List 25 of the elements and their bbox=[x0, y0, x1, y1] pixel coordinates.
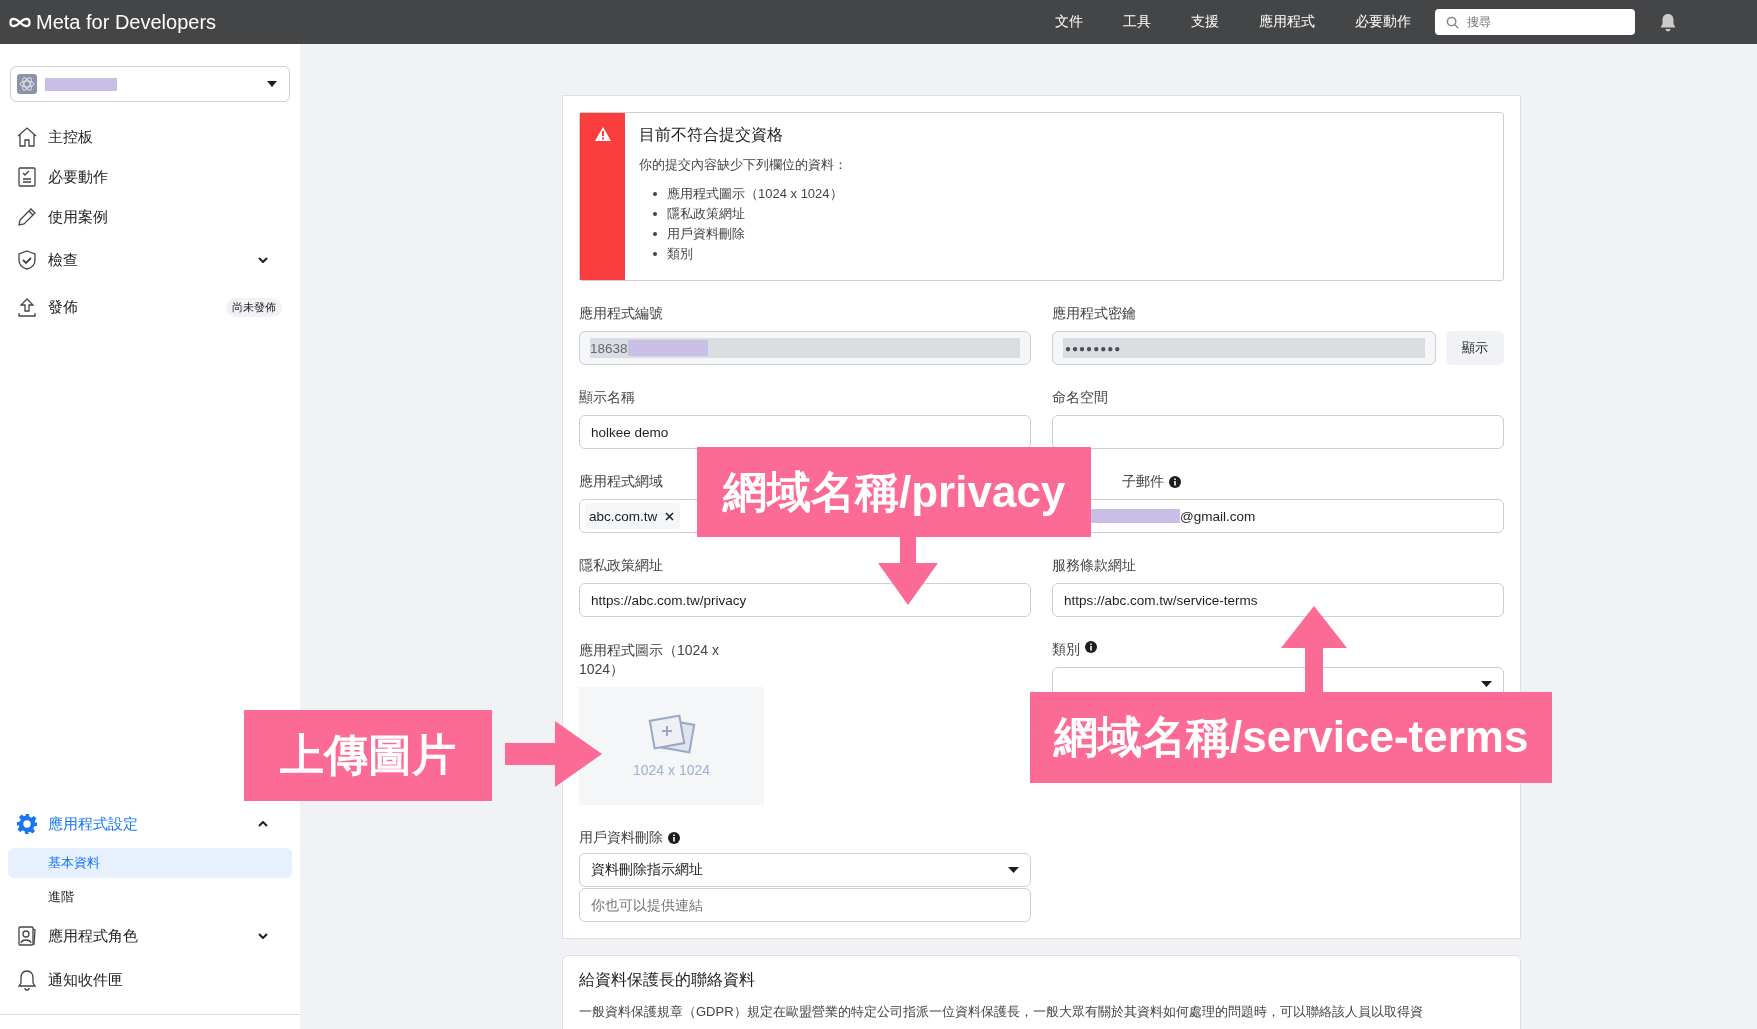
missing-field: 類別 bbox=[667, 244, 693, 264]
field-label: 命名空間 bbox=[1052, 389, 1108, 407]
annotation-tooltip: 網域名稱/service-terms bbox=[1030, 692, 1553, 783]
missing-field: 隱私政策網址 bbox=[667, 204, 745, 224]
annotation-tooltip: 網域名稱/privacy bbox=[697, 447, 1092, 537]
field-label: 用戶資料刪除 bbox=[579, 829, 663, 847]
field-label: 應用程式圖示（1024 x 1024） bbox=[579, 641, 721, 679]
field-label: 隱私政策網址 bbox=[579, 557, 663, 575]
status-badge: 尚未發佈 bbox=[226, 297, 282, 317]
field-value: 18638 bbox=[590, 340, 628, 356]
field-label: 應用程式編號 bbox=[579, 305, 663, 323]
image-size-caption: 1024 x 1024 bbox=[632, 762, 711, 778]
missing-field: 應用程式圖示（1024 x 1024） bbox=[667, 184, 843, 204]
field-label: 類別 bbox=[1052, 641, 1080, 659]
field-label: 應用程式密鑰 bbox=[1052, 305, 1136, 323]
field-label: 應用程式網域 bbox=[579, 473, 663, 491]
field-label: 子郵件 bbox=[1122, 473, 1164, 491]
field-label: 服務條款網址 bbox=[1052, 557, 1136, 575]
alert-title: 目前不符合提交資格 bbox=[639, 125, 784, 145]
missing-field: 用戶資料刪除 bbox=[667, 224, 745, 244]
section-text: 一般資料保護規章（GDPR）規定在歐盟營業的特定公司指派一位資料保護長，一般大眾有關於其資料如何處理的問題時，可以聯絡該人員以取得資 bbox=[579, 1003, 1424, 1021]
field-label: 顯示名稱 bbox=[579, 389, 635, 407]
alert-message: 你的提交內容缺少下列欄位的資料： bbox=[639, 156, 847, 174]
annotation-tooltip: 上傳圖片 bbox=[244, 710, 492, 801]
section-title: 給資料保護長的聯絡資料 bbox=[579, 970, 756, 990]
